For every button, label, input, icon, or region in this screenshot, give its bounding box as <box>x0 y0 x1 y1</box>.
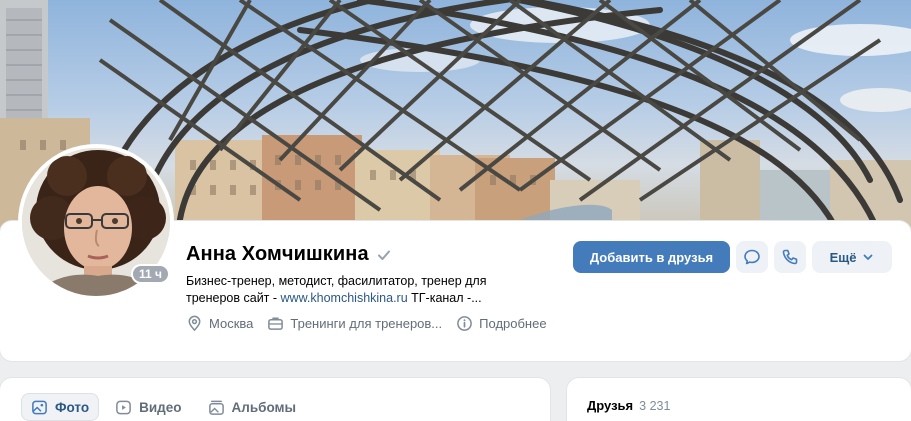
tab-albums-label: Альбомы <box>231 399 297 415</box>
more-info-label: Подробнее <box>479 316 547 331</box>
more-actions-button[interactable]: Ещё <box>812 241 892 273</box>
bio-tail: ТГ-канал -... <box>407 291 482 305</box>
city-info[interactable]: Москва <box>186 315 253 332</box>
tab-albums[interactable]: Альбомы <box>198 393 307 421</box>
checkmark-icon[interactable] <box>377 248 391 262</box>
more-info-link[interactable]: Подробнее <box>456 315 547 332</box>
online-status-label: 11 ч <box>133 266 168 282</box>
bio-website-link[interactable]: www.khomchishkina.ru <box>281 291 408 305</box>
city-label: Москва <box>209 316 254 331</box>
tab-video[interactable]: Видео <box>105 393 191 421</box>
phone-icon <box>782 249 798 265</box>
tab-photo-label: Фото <box>55 399 90 415</box>
message-icon <box>744 249 760 265</box>
tab-video-label: Видео <box>139 399 182 415</box>
media-tabs: Фото Видео Альбомы <box>21 393 306 421</box>
photo-icon <box>32 400 47 414</box>
profile-name-row: Анна Хомчишкина <box>186 243 391 266</box>
online-status-badge: 11 ч <box>131 264 170 284</box>
call-button[interactable] <box>774 241 806 273</box>
more-actions-label: Ещё <box>829 249 857 265</box>
message-button[interactable] <box>736 241 768 273</box>
info-icon <box>457 316 473 331</box>
media-card: Фото Видео Альбомы <box>0 378 550 421</box>
friends-header[interactable]: Друзья 3 231 <box>587 398 670 413</box>
friends-card: Друзья 3 231 <box>567 378 911 421</box>
work-info[interactable]: Тренинги для тренеров... <box>267 315 442 332</box>
chevron-down-icon <box>864 254 873 260</box>
briefcase-icon <box>268 317 284 330</box>
friends-count: 3 231 <box>639 399 671 413</box>
location-pin-icon <box>188 315 201 332</box>
profile-bio: Бизнес-тренер, методист, фасилитатор, тр… <box>186 273 516 307</box>
work-label: Тренинги для тренеров... <box>290 316 443 331</box>
friends-label: Друзья <box>587 398 634 413</box>
video-icon <box>116 400 131 414</box>
tab-photo[interactable]: Фото <box>21 393 100 421</box>
album-icon <box>208 400 224 415</box>
profile-info-row: Москва Тренинги для тренеров... Подробне… <box>186 315 547 332</box>
add-friend-button[interactable]: Добавить в друзья <box>573 241 730 273</box>
profile-name: Анна Хомчишкина <box>186 243 369 265</box>
